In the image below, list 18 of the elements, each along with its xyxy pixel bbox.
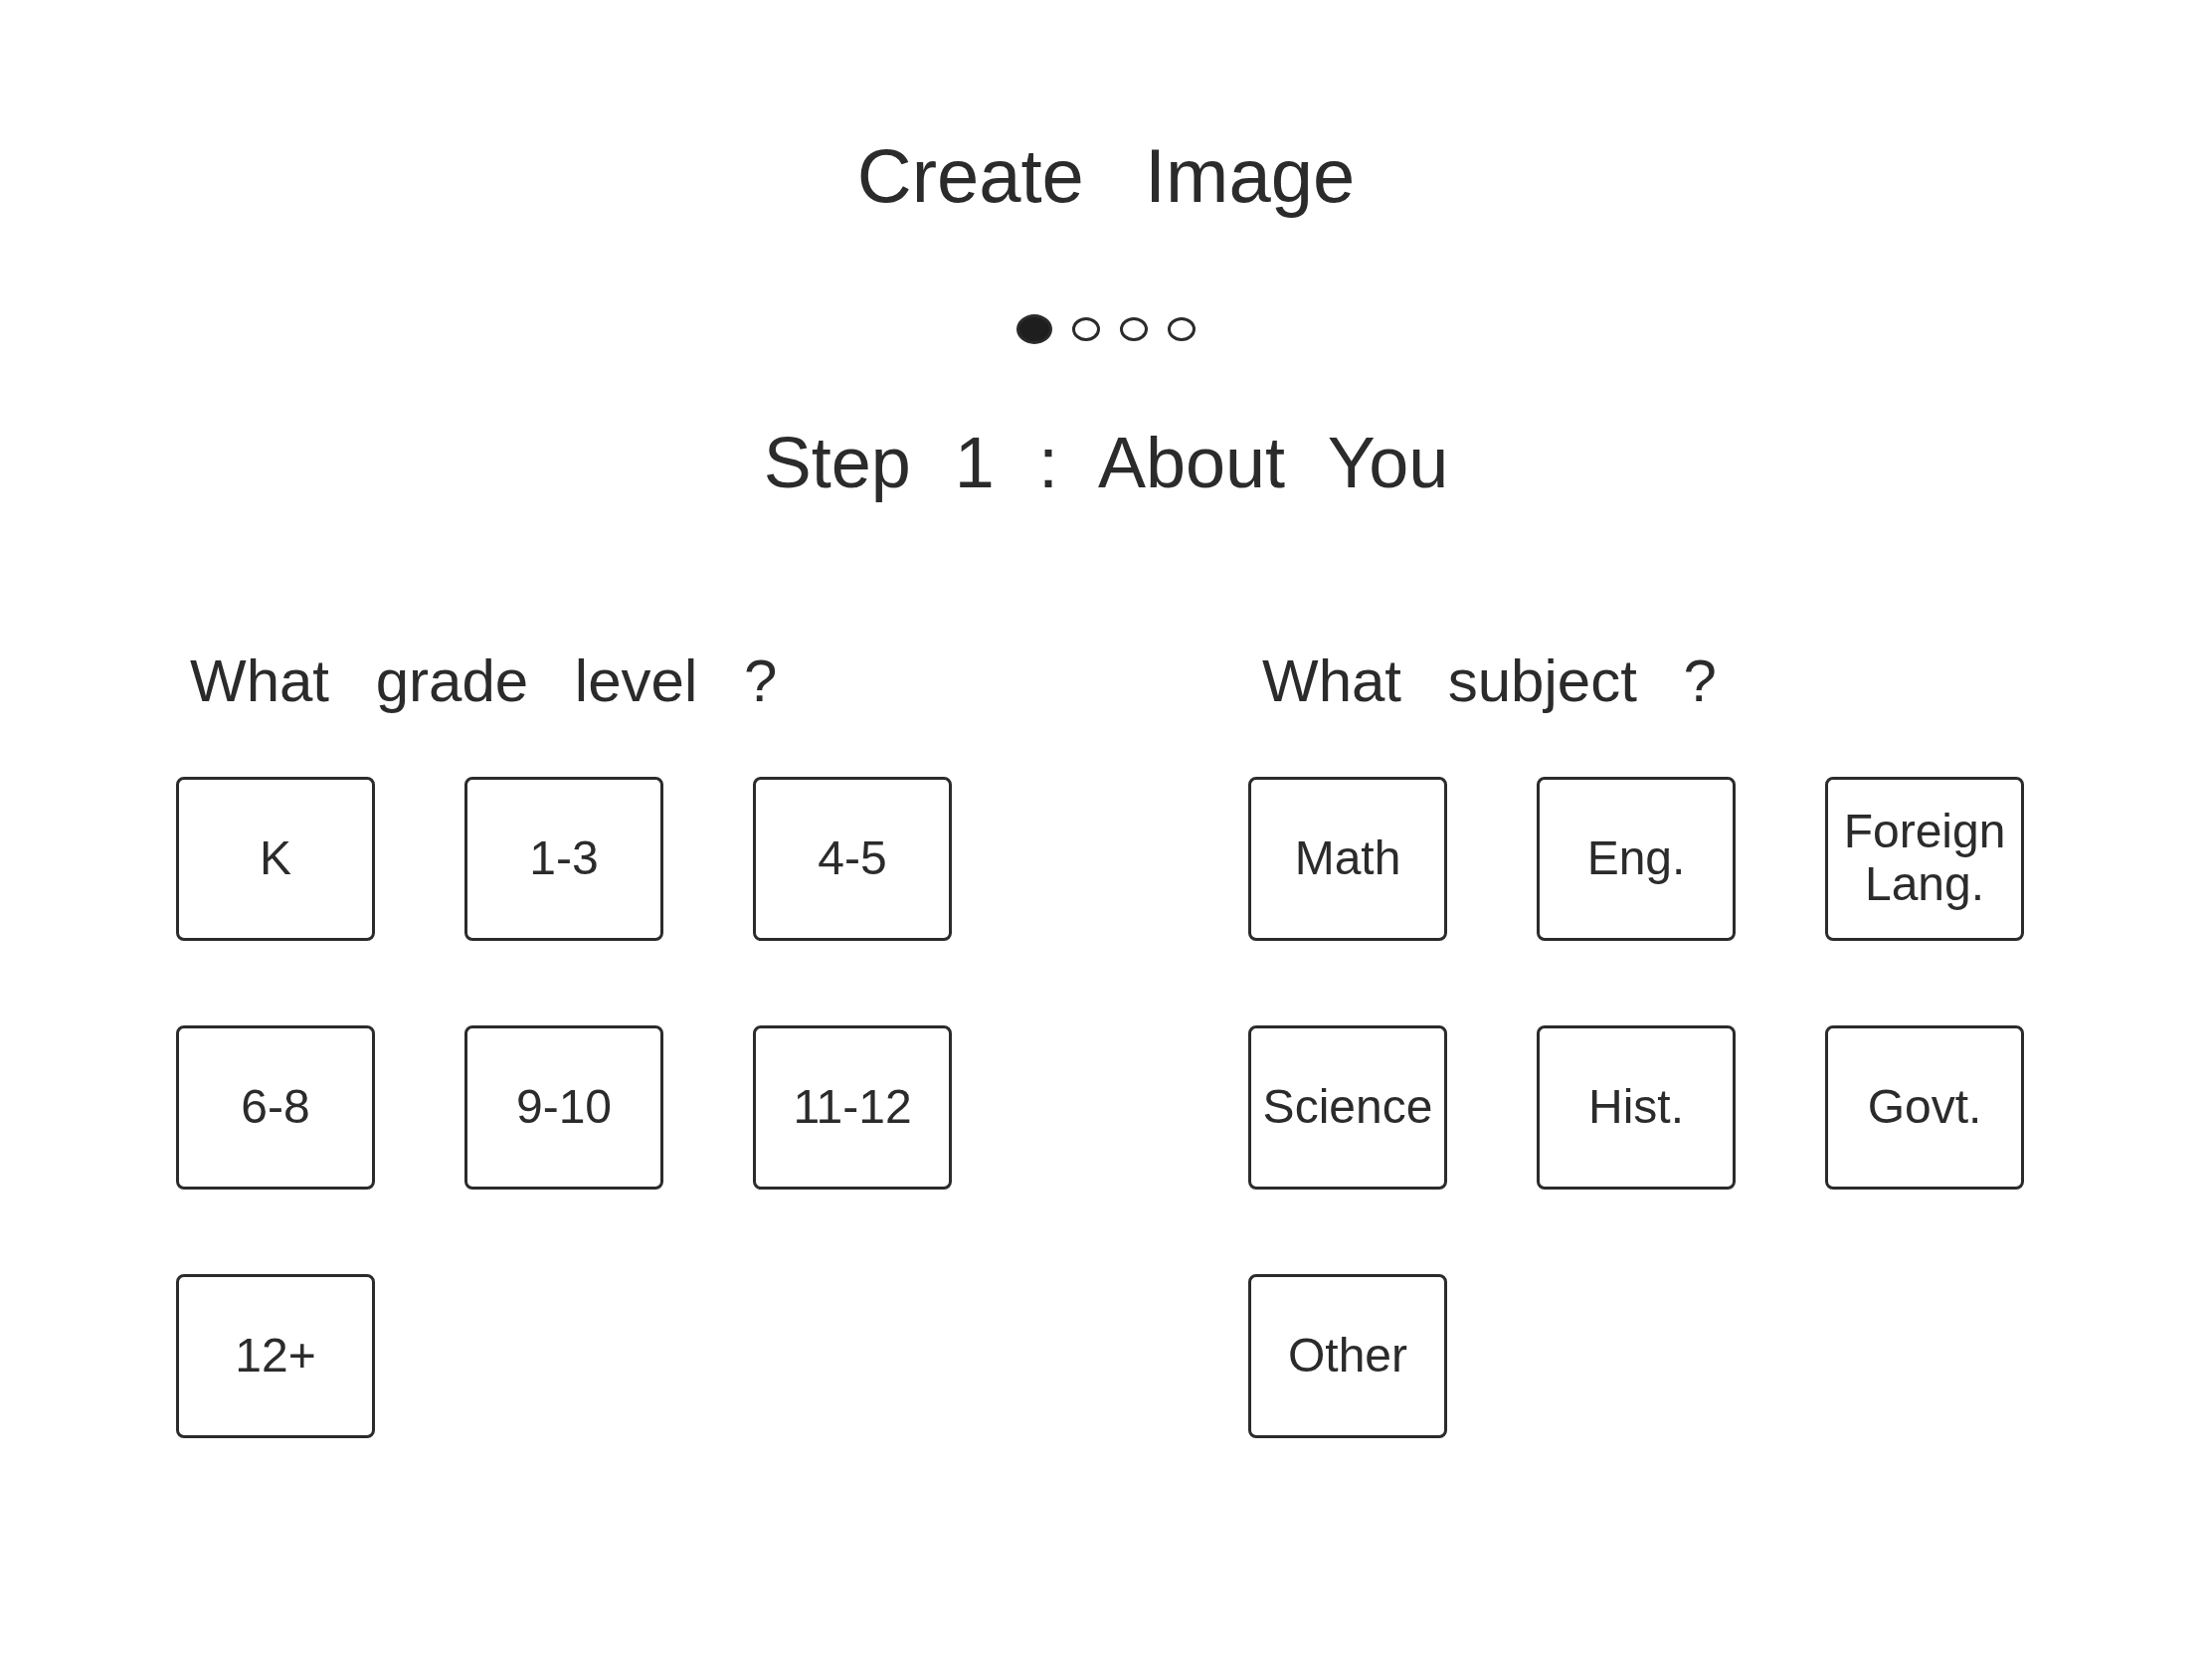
option-button[interactable]: 9-10 [464, 1024, 663, 1190]
step-title: Step 1 : About You [763, 422, 1449, 505]
question-heading: What grade level ? [190, 645, 779, 716]
option-button[interactable]: 4-5 [753, 776, 952, 941]
option-button[interactable]: 11-12 [753, 1024, 952, 1190]
option-button[interactable]: Hist. [1537, 1024, 1736, 1190]
option-button[interactable]: Science [1248, 1024, 1447, 1190]
option-button[interactable]: Math [1248, 776, 1447, 941]
page-title: Create Image [856, 132, 1356, 220]
option-button[interactable]: 6-8 [176, 1024, 375, 1190]
option-button[interactable]: Eng. [1537, 776, 1736, 941]
question-heading: What subject ? [1262, 645, 1718, 716]
option-button[interactable]: Govt. [1825, 1024, 2024, 1190]
option-button[interactable]: K [176, 776, 375, 941]
option-button[interactable]: Foreign Lang. [1825, 776, 2024, 941]
option-button[interactable]: Other [1248, 1273, 1447, 1438]
option-button[interactable]: 12+ [176, 1273, 375, 1438]
option-button[interactable]: 1-3 [464, 776, 663, 941]
